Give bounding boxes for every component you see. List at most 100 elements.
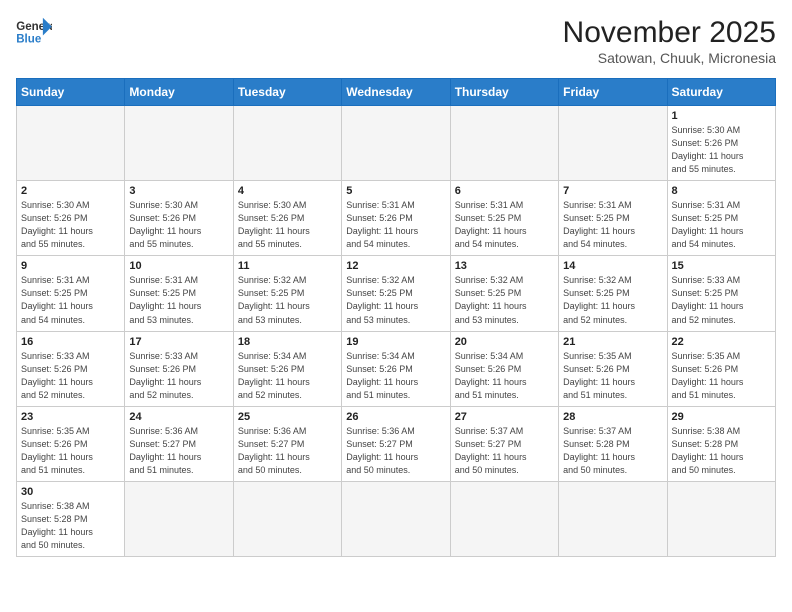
calendar-cell: 29Sunrise: 5:38 AM Sunset: 5:28 PM Dayli… (667, 406, 775, 481)
weekday-header-friday: Friday (559, 79, 667, 106)
calendar-cell: 24Sunrise: 5:36 AM Sunset: 5:27 PM Dayli… (125, 406, 233, 481)
day-number: 26 (346, 411, 445, 423)
calendar-cell: 1 Sunrise: 5:30 AM Sunset: 5:26 PM Daylig… (667, 106, 775, 181)
day-info: Sunrise: 5:36 AM Sunset: 5:27 PM Dayligh… (346, 425, 445, 477)
day-number: 30 (21, 486, 120, 498)
calendar-cell: 27Sunrise: 5:37 AM Sunset: 5:27 PM Dayli… (450, 406, 558, 481)
calendar-cell (125, 481, 233, 556)
day-info: Sunrise: 5:35 AM Sunset: 5:26 PM Dayligh… (563, 350, 662, 402)
day-info: Sunrise: 5:32 AM Sunset: 5:25 PM Dayligh… (455, 274, 554, 326)
calendar-cell: 12 Sunrise: 5:32 AM Sunset: 5:25 PM Dayli… (342, 256, 450, 331)
week-row-6: 30 Sunrise: 5:38 AM Sunset: 5:28 PM Dayli… (17, 481, 776, 556)
day-number: 28 (563, 411, 662, 423)
day-number: 12 (346, 260, 445, 272)
calendar-cell: 14Sunrise: 5:32 AM Sunset: 5:25 PM Dayli… (559, 256, 667, 331)
day-info: Sunrise: 5:37 AM Sunset: 5:27 PM Dayligh… (455, 425, 554, 477)
weekday-header-monday: Monday (125, 79, 233, 106)
calendar-cell: 13 Sunrise: 5:32 AM Sunset: 5:25 PM Dayli… (450, 256, 558, 331)
day-number: 24 (129, 411, 228, 423)
day-number: 2 (21, 185, 120, 197)
calendar-cell: 7Sunrise: 5:31 AM Sunset: 5:25 PM Daylig… (559, 181, 667, 256)
day-number: 9 (21, 260, 120, 272)
weekday-header-saturday: Saturday (667, 79, 775, 106)
calendar-cell (233, 106, 341, 181)
week-row-1: 1 Sunrise: 5:30 AM Sunset: 5:26 PM Daylig… (17, 106, 776, 181)
weekday-header-sunday: Sunday (17, 79, 125, 106)
title-area: November 2025 Satowan, Chuuk, Micronesia (563, 16, 776, 66)
calendar-cell: 28 Sunrise: 5:37 AM Sunset: 5:28 PM Dayli… (559, 406, 667, 481)
calendar-cell (342, 106, 450, 181)
calendar-cell: 9Sunrise: 5:31 AM Sunset: 5:25 PM Daylig… (17, 256, 125, 331)
calendar-table: SundayMondayTuesdayWednesdayThursdayFrid… (16, 78, 776, 557)
weekday-header-thursday: Thursday (450, 79, 558, 106)
day-number: 21 (563, 336, 662, 348)
calendar-cell: 11Sunrise: 5:32 AM Sunset: 5:25 PM Dayli… (233, 256, 341, 331)
calendar-cell (559, 106, 667, 181)
day-info: Sunrise: 5:38 AM Sunset: 5:28 PM Dayligh… (672, 425, 771, 477)
day-number: 5 (346, 185, 445, 197)
calendar-cell: 18 Sunrise: 5:34 AM Sunset: 5:26 PM Dayli… (233, 331, 341, 406)
calendar-cell: 30 Sunrise: 5:38 AM Sunset: 5:28 PM Dayli… (17, 481, 125, 556)
calendar-cell: 10 Sunrise: 5:31 AM Sunset: 5:25 PM Dayli… (125, 256, 233, 331)
day-number: 25 (238, 411, 337, 423)
subtitle: Satowan, Chuuk, Micronesia (563, 50, 776, 66)
svg-text:Blue: Blue (16, 34, 42, 46)
day-info: Sunrise: 5:30 AM Sunset: 5:26 PM Dayligh… (238, 199, 337, 251)
day-info: Sunrise: 5:33 AM Sunset: 5:26 PM Dayligh… (21, 350, 120, 402)
day-info: Sunrise: 5:36 AM Sunset: 5:27 PM Dayligh… (238, 425, 337, 477)
day-info: Sunrise: 5:31 AM Sunset: 5:25 PM Dayligh… (455, 199, 554, 251)
calendar-cell: 16 Sunrise: 5:33 AM Sunset: 5:26 PM Dayli… (17, 331, 125, 406)
day-info: Sunrise: 5:32 AM Sunset: 5:25 PM Dayligh… (238, 274, 337, 326)
calendar-cell (342, 481, 450, 556)
day-info: Sunrise: 5:38 AM Sunset: 5:28 PM Dayligh… (21, 500, 120, 552)
day-info: Sunrise: 5:31 AM Sunset: 5:25 PM Dayligh… (563, 199, 662, 251)
day-info: Sunrise: 5:35 AM Sunset: 5:26 PM Dayligh… (21, 425, 120, 477)
calendar-cell: 4 Sunrise: 5:30 AM Sunset: 5:26 PM Daylig… (233, 181, 341, 256)
calendar-cell: 2 Sunrise: 5:30 AM Sunset: 5:26 PM Daylig… (17, 181, 125, 256)
calendar-cell: 5 Sunrise: 5:31 AM Sunset: 5:26 PM Daylig… (342, 181, 450, 256)
day-number: 13 (455, 260, 554, 272)
day-info: Sunrise: 5:31 AM Sunset: 5:25 PM Dayligh… (129, 274, 228, 326)
day-info: Sunrise: 5:37 AM Sunset: 5:28 PM Dayligh… (563, 425, 662, 477)
day-info: Sunrise: 5:34 AM Sunset: 5:26 PM Dayligh… (238, 350, 337, 402)
week-row-3: 9 Sunrise: 5:31 AM Sunset: 5:25 PM Daylig… (17, 256, 776, 331)
day-info: Sunrise: 5:33 AM Sunset: 5:25 PM Dayligh… (672, 274, 771, 326)
day-number: 19 (346, 336, 445, 348)
day-info: Sunrise: 5:35 AM Sunset: 5:26 PM Dayligh… (672, 350, 771, 402)
day-number: 6 (455, 185, 554, 197)
calendar-cell: 26 Sunrise: 5:36 AM Sunset: 5:27 PM Dayli… (342, 406, 450, 481)
day-number: 4 (238, 185, 337, 197)
calendar-cell: 8Sunrise: 5:31 AM Sunset: 5:25 PM Daylig… (667, 181, 775, 256)
calendar-cell (125, 106, 233, 181)
day-info: Sunrise: 5:31 AM Sunset: 5:25 PM Dayligh… (672, 199, 771, 251)
weekday-header-row: SundayMondayTuesdayWednesdayThursdayFrid… (17, 79, 776, 106)
calendar-cell: 6 Sunrise: 5:31 AM Sunset: 5:25 PM Daylig… (450, 181, 558, 256)
day-info: Sunrise: 5:30 AM Sunset: 5:26 PM Dayligh… (21, 199, 120, 251)
logo: General Blue (16, 16, 52, 48)
day-number: 16 (21, 336, 120, 348)
calendar-cell (559, 481, 667, 556)
calendar-cell: 22 Sunrise: 5:35 AM Sunset: 5:26 PM Dayli… (667, 331, 775, 406)
day-info: Sunrise: 5:31 AM Sunset: 5:26 PM Dayligh… (346, 199, 445, 251)
calendar-cell: 15 Sunrise: 5:33 AM Sunset: 5:25 PM Dayli… (667, 256, 775, 331)
day-info: Sunrise: 5:32 AM Sunset: 5:25 PM Dayligh… (346, 274, 445, 326)
day-number: 1 (672, 110, 771, 122)
calendar-cell: 21 Sunrise: 5:35 AM Sunset: 5:26 PM Dayli… (559, 331, 667, 406)
calendar-cell: 23Sunrise: 5:35 AM Sunset: 5:26 PM Dayli… (17, 406, 125, 481)
calendar-cell: 25 Sunrise: 5:36 AM Sunset: 5:27 PM Dayli… (233, 406, 341, 481)
main-title: November 2025 (563, 16, 776, 50)
day-number: 15 (672, 260, 771, 272)
day-number: 18 (238, 336, 337, 348)
day-number: 14 (563, 260, 662, 272)
weekday-header-tuesday: Tuesday (233, 79, 341, 106)
day-info: Sunrise: 5:30 AM Sunset: 5:26 PM Dayligh… (672, 124, 771, 176)
weekday-header-wednesday: Wednesday (342, 79, 450, 106)
day-info: Sunrise: 5:33 AM Sunset: 5:26 PM Dayligh… (129, 350, 228, 402)
logo-icon: General Blue (16, 16, 52, 48)
day-number: 20 (455, 336, 554, 348)
calendar-cell (233, 481, 341, 556)
day-number: 3 (129, 185, 228, 197)
day-number: 10 (129, 260, 228, 272)
calendar-cell (450, 106, 558, 181)
day-number: 22 (672, 336, 771, 348)
